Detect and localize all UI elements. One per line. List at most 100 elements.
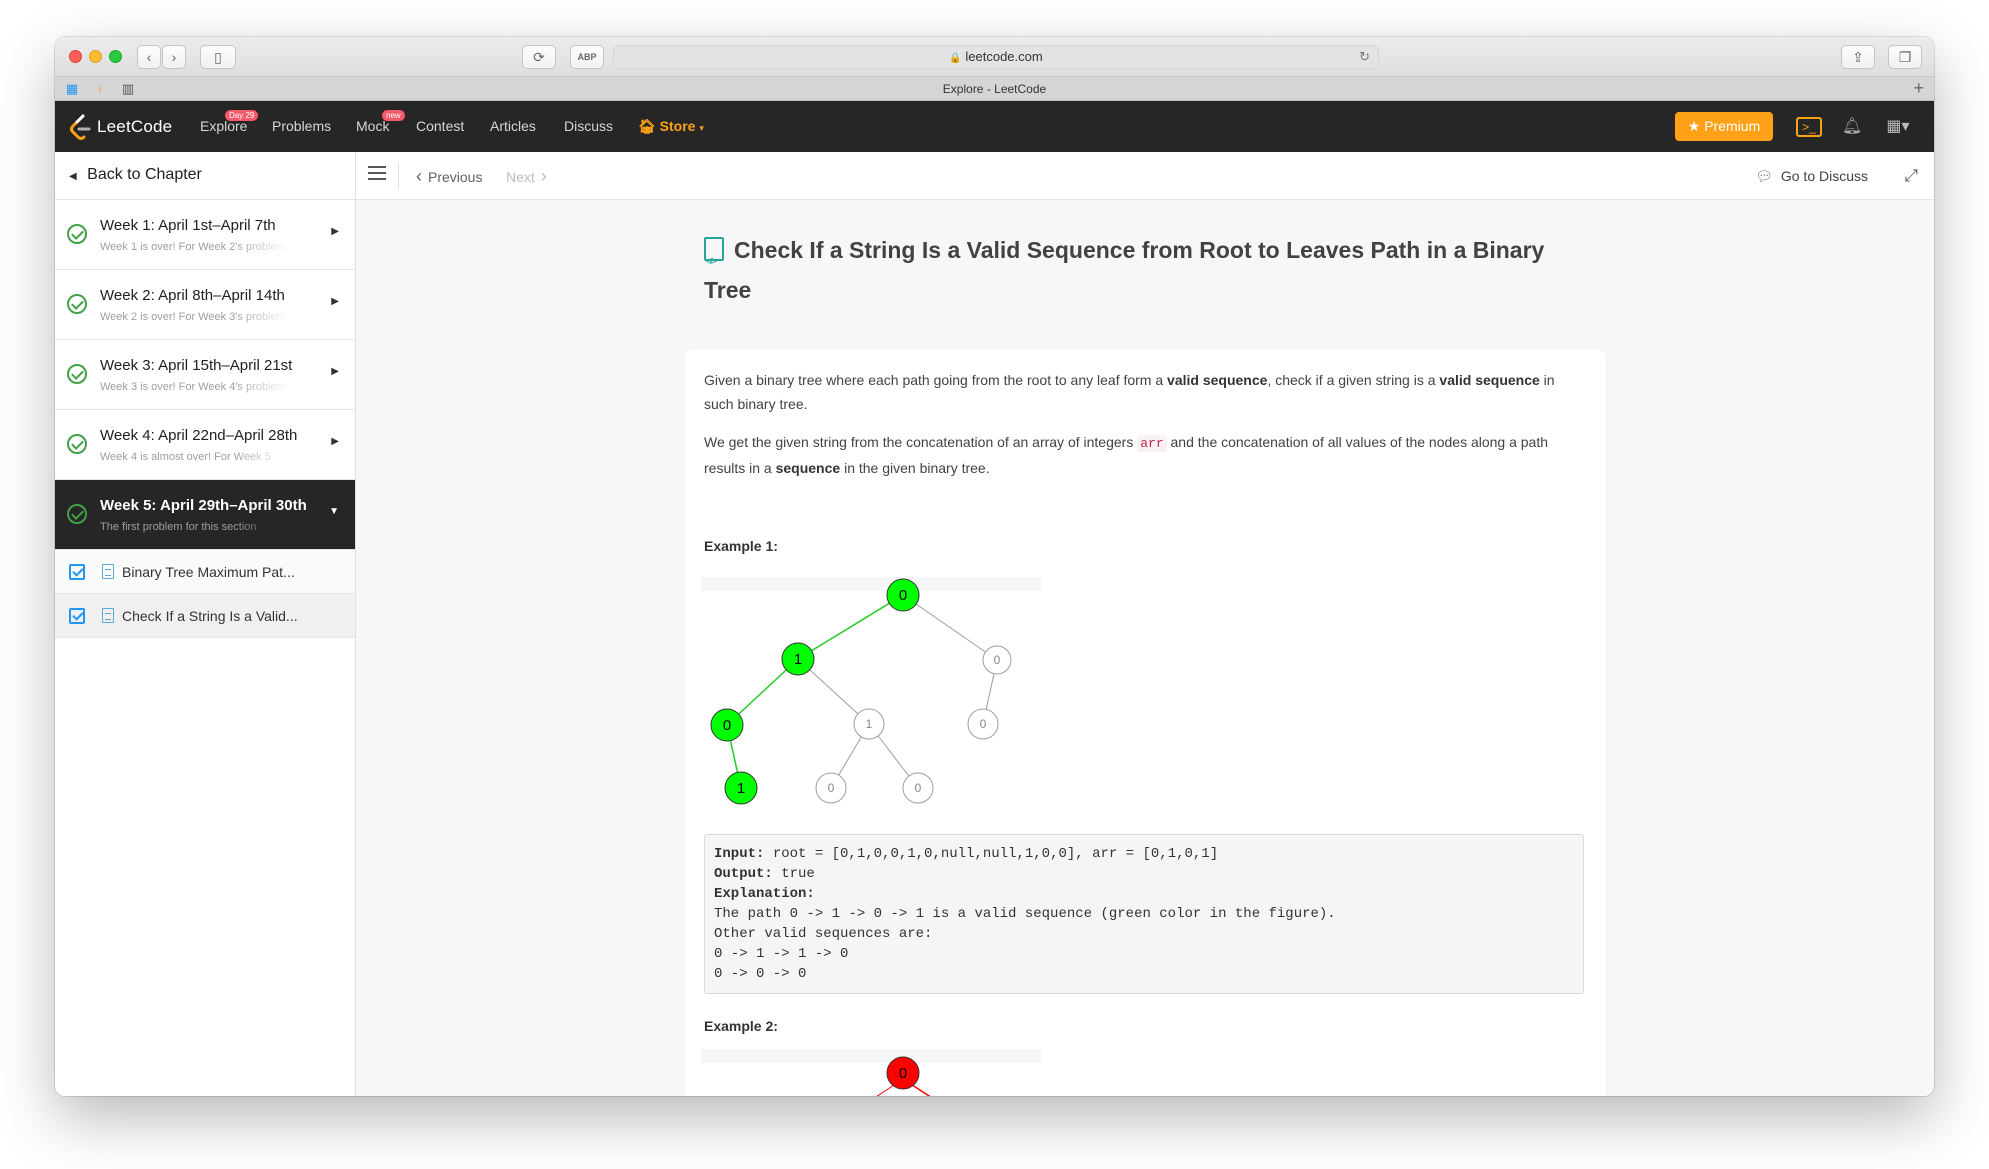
- week-subtitle: The first problem for this section: [100, 521, 257, 533]
- sidebar-problem-item[interactable]: Binary Tree Maximum Pat...: [55, 550, 355, 594]
- previous-button[interactable]: ‹ Previous: [416, 152, 482, 201]
- sidebar-week-5[interactable]: Week 5: April 29th–April 30th The first …: [55, 480, 355, 550]
- example-2-tree-diagram: 0: [701, 1049, 1041, 1096]
- tree-node-label: 1: [737, 780, 745, 797]
- chapter-sidebar: ◀ Back to Chapter Week 1: April 1st–Apri…: [55, 152, 356, 1096]
- tab-title[interactable]: Explore - LeetCode: [55, 77, 1934, 101]
- tree-node-label: 1: [794, 651, 802, 668]
- sidebar-week-3[interactable]: Week 3: April 15th–April 21st Week 3 is …: [55, 340, 355, 410]
- chevron-right-icon: ›: [540, 166, 547, 186]
- chevron-left-icon: ‹: [416, 166, 422, 186]
- next-button[interactable]: Next ›: [506, 152, 547, 201]
- nav-store-label: Store: [659, 118, 696, 134]
- lock-icon: 🔒: [949, 53, 962, 64]
- week-subtitle: Week 4 is almost over! For Week 5: [100, 451, 271, 463]
- expand-icon[interactable]: ⤢: [1904, 166, 1918, 186]
- nav-contest[interactable]: Contest: [416, 101, 464, 152]
- premium-button[interactable]: ★ Premium: [1675, 112, 1773, 141]
- output-line: Output: true: [714, 864, 1574, 884]
- mock-new-badge: new: [382, 110, 405, 121]
- new-tab-icon[interactable]: +: [1913, 77, 1924, 99]
- reload-icon[interactable]: ↻: [1359, 46, 1370, 68]
- zoom-window-button[interactable]: [109, 50, 122, 63]
- check-circle-icon: [67, 364, 87, 384]
- explanation-text: 0 -> 1 -> 1 -> 0: [714, 946, 849, 962]
- forward-icon[interactable]: ›: [162, 45, 186, 69]
- description-paragraph-2: We get the given string from the concate…: [704, 430, 1584, 480]
- week-title: Week 3: April 15th–April 21st: [100, 357, 293, 374]
- tree-node-label: 0: [980, 717, 987, 731]
- para-bold: sequence: [775, 460, 841, 476]
- explore-day-badge: Day 29: [225, 110, 259, 121]
- tree-node-label: 1: [866, 717, 873, 731]
- caret-right-icon: ▶: [331, 296, 339, 307]
- sidebar-toggle-icon[interactable]: ▯: [200, 45, 236, 69]
- leetcode-logo[interactable]: LeetCode: [69, 113, 172, 141]
- para-text: We get the given string from the concate…: [704, 434, 1138, 450]
- logo-text: LeetCode: [97, 117, 173, 136]
- week-title: Week 1: April 1st–April 7th: [100, 217, 276, 234]
- example-1-tree-diagram: 0 1 0 0 1 0 1 0 0: [701, 577, 1041, 805]
- explanation-line: Explanation:: [714, 884, 1574, 904]
- week-title: Week 2: April 8th–April 14th: [100, 287, 285, 304]
- previous-label: Previous: [428, 169, 483, 185]
- caret-right-icon: ▶: [331, 366, 339, 377]
- nav-explore[interactable]: Explore: [200, 101, 247, 152]
- minimize-window-button[interactable]: [89, 50, 102, 63]
- check-circle-icon: [67, 434, 87, 454]
- week-title: Week 5: April 29th–April 30th: [100, 497, 307, 514]
- comments-icon: 💬︎: [1755, 168, 1773, 184]
- para-bold: valid sequence: [1439, 372, 1540, 388]
- question-content: Check If a String Is a Valid Sequence fr…: [356, 200, 1934, 1096]
- address-bar[interactable]: 🔒 leetcode.com ↻: [613, 45, 1379, 69]
- nav-problems[interactable]: Problems: [272, 101, 331, 152]
- question-title-text: Check If a String Is a Valid Sequence fr…: [704, 237, 1545, 303]
- playground-icon[interactable]: >_: [1796, 117, 1822, 137]
- tab-strip: ▦ ‹ ▥ Explore - LeetCode +: [55, 77, 1934, 101]
- explanation-text: The path 0 -> 1 -> 0 -> 1 is a valid seq…: [714, 906, 1336, 922]
- adblock-icon[interactable]: ABP: [570, 45, 604, 69]
- tabs-overview-icon[interactable]: ❐: [1888, 45, 1922, 69]
- output-value: true: [772, 866, 815, 882]
- sidebar-problem-item-selected[interactable]: Check If a String Is a Valid...: [55, 594, 355, 638]
- check-circle-icon: [67, 294, 87, 314]
- nav-articles[interactable]: Articles: [490, 101, 536, 152]
- para-text: Given a binary tree where each path goin…: [704, 372, 1168, 388]
- browser-window: ‹ › ▯ ⟳ ABP 🔒 leetcode.com ↻ ⇪ ❐ ▦ ‹ ▥ E…: [55, 37, 1934, 1096]
- explanation-text: 0 -> 0 -> 0: [714, 966, 807, 982]
- next-label: Next: [506, 169, 535, 185]
- nav-discuss[interactable]: Discuss: [564, 101, 613, 152]
- nav-mock[interactable]: Mock: [356, 101, 389, 152]
- back-to-chapter-link[interactable]: ◀ Back to Chapter: [55, 152, 355, 200]
- store-icon: 🏠︎: [638, 118, 656, 134]
- toolbar-divider: [398, 162, 399, 190]
- para-bold: valid sequence: [1167, 372, 1268, 388]
- explanation-text: Other valid sequences are:: [714, 926, 933, 942]
- close-window-button[interactable]: [69, 50, 82, 63]
- share-icon[interactable]: ⇪: [1841, 45, 1875, 69]
- week-subtitle: Week 1 is over! For Week 2's problems: [100, 241, 290, 253]
- menu-icon[interactable]: [368, 166, 386, 182]
- explanation-label: Explanation:: [714, 886, 815, 902]
- tree-node-label: 0: [899, 587, 907, 604]
- extension-icon[interactable]: ⟳: [522, 45, 556, 69]
- bell-icon[interactable]: 🔔︎: [1839, 115, 1865, 139]
- sidebar-week-4[interactable]: Week 4: April 22nd–April 28th Week 4 is …: [55, 410, 355, 480]
- caret-right-icon: ▶: [331, 226, 339, 237]
- code-file-icon: [704, 237, 724, 281]
- caret-right-icon: ▶: [331, 436, 339, 447]
- sidebar-week-1[interactable]: Week 1: April 1st–April 7th Week 1 is ov…: [55, 200, 355, 270]
- back-icon[interactable]: ‹: [137, 45, 161, 69]
- leetcode-navbar: LeetCode Explore Day 29 Problems Mock ne…: [55, 101, 1934, 152]
- tree-background: [701, 1049, 1041, 1063]
- input-label: Input:: [714, 846, 765, 862]
- star-icon: ★: [1687, 118, 1701, 134]
- tree-node-label: 0: [723, 717, 731, 734]
- tree-background: [701, 577, 1041, 591]
- avatar[interactable]: ▦▾: [1878, 115, 1918, 139]
- document-icon: [102, 564, 114, 579]
- sidebar-week-2[interactable]: Week 2: April 8th–April 14th Week 2 is o…: [55, 270, 355, 340]
- go-to-discuss-button[interactable]: 💬︎ Go to Discuss: [1755, 152, 1868, 200]
- nav-store[interactable]: 🏠︎ Store ▾: [638, 101, 704, 154]
- example-1-output-block: Input: root = [0,1,0,0,1,0,null,null,1,0…: [704, 834, 1584, 994]
